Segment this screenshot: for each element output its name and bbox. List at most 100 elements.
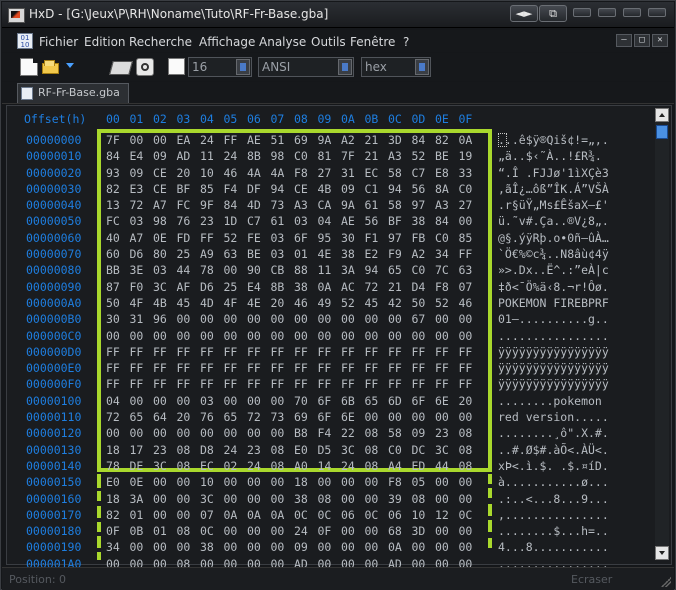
text-row[interactable]: ........¸ô".X.#.: [498, 425, 640, 441]
restore-icon[interactable]: ⧉: [539, 5, 567, 22]
hex-byte[interactable]: 4B: [318, 181, 342, 197]
hex-byte[interactable]: 98: [271, 148, 295, 164]
hex-byte[interactable]: BE: [247, 246, 271, 262]
hex-byte[interactable]: 45: [365, 295, 389, 311]
hex-byte[interactable]: 10: [200, 165, 224, 181]
chevron-down-icon[interactable]: [236, 59, 250, 75]
text-row[interactable]: 01–..........g..: [498, 311, 640, 327]
hex-byte[interactable]: FF: [412, 376, 436, 392]
title-bar[interactable]: HxD - [G:\Jeux\P\RH\Noname\Tuto\RF-Fr-Ba…: [2, 2, 674, 28]
hex-byte[interactable]: D8: [200, 442, 224, 458]
hex-byte[interactable]: 52: [224, 230, 248, 246]
hex-byte[interactable]: FF: [200, 376, 224, 392]
hex-byte[interactable]: FE: [247, 230, 271, 246]
hex-byte[interactable]: ED: [412, 458, 436, 474]
hex-byte[interactable]: 51: [271, 132, 295, 148]
new-file-icon[interactable]: [20, 58, 38, 76]
hex-byte[interactable]: A3: [388, 148, 412, 164]
hex-byte[interactable]: 4A: [247, 165, 271, 181]
hex-byte[interactable]: 00: [106, 328, 130, 344]
hex-byte[interactable]: A2: [341, 132, 365, 148]
hex-byte[interactable]: C0: [412, 262, 436, 278]
hex-byte[interactable]: 00: [177, 311, 201, 327]
hex-byte[interactable]: 08: [365, 442, 389, 458]
hex-byte[interactable]: 00: [130, 328, 154, 344]
hex-byte[interactable]: 44: [435, 458, 459, 474]
hex-byte[interactable]: 00: [153, 474, 177, 490]
hex-column[interactable]: 7F 00 00 EA 24 FF AE 51 69 9A A2 21 3D 84 82 0A 84 E4 09 AD…: [106, 132, 482, 572]
hex-byte[interactable]: 00: [271, 539, 295, 555]
menu-fenetre[interactable]: Fenêtre: [350, 35, 395, 49]
menu-help[interactable]: ?: [403, 35, 409, 49]
hex-byte[interactable]: C0: [388, 442, 412, 458]
text-row[interactable]: »>.Dx..Ë^.:”eÀ|c: [498, 262, 640, 278]
hex-byte[interactable]: 93: [106, 165, 130, 181]
hex-byte[interactable]: 0A: [224, 507, 248, 523]
hex-byte[interactable]: 25: [177, 246, 201, 262]
hex-byte[interactable]: 72: [365, 279, 389, 295]
text-row[interactable]: `Ö€%©c¾..N8âù¢4ÿ: [498, 246, 640, 262]
hex-byte[interactable]: 3C: [200, 491, 224, 507]
hex-byte[interactable]: 00: [224, 425, 248, 441]
hex-byte[interactable]: 00: [153, 132, 177, 148]
hex-byte[interactable]: C1: [365, 181, 389, 197]
hex-byte[interactable]: 69: [294, 132, 318, 148]
text-row[interactable]: ÿÿÿÿÿÿÿÿÿÿÿÿÿÿÿÿ: [498, 344, 640, 360]
hex-byte[interactable]: D4: [412, 279, 436, 295]
hex-byte[interactable]: 03: [294, 213, 318, 229]
hex-byte[interactable]: 00: [341, 523, 365, 539]
hex-byte[interactable]: FF: [106, 360, 130, 376]
hex-byte[interactable]: 24: [247, 458, 271, 474]
hex-byte[interactable]: BE: [435, 148, 459, 164]
hex-byte[interactable]: 4D: [200, 295, 224, 311]
hex-byte[interactable]: 09: [412, 425, 436, 441]
hex-byte[interactable]: 31: [341, 165, 365, 181]
hex-byte[interactable]: 78: [200, 262, 224, 278]
hex-byte[interactable]: 18: [294, 474, 318, 490]
hex-byte[interactable]: 34: [106, 539, 130, 555]
hex-byte[interactable]: 00: [177, 425, 201, 441]
hex-byte[interactable]: 6F: [294, 230, 318, 246]
hex-byte[interactable]: FF: [247, 344, 271, 360]
hex-byte[interactable]: 3C: [153, 279, 177, 295]
hex-byte[interactable]: E4: [247, 279, 271, 295]
hex-byte[interactable]: 84: [435, 213, 459, 229]
hex-byte[interactable]: 00: [388, 311, 412, 327]
chevron-down-icon[interactable]: [338, 59, 352, 75]
hex-byte[interactable]: 00: [459, 474, 483, 490]
hex-byte[interactable]: 03: [271, 230, 295, 246]
hex-byte[interactable]: BF: [388, 213, 412, 229]
hex-byte[interactable]: 00: [435, 523, 459, 539]
hex-byte[interactable]: 10: [412, 507, 436, 523]
hex-byte[interactable]: 00: [412, 539, 436, 555]
hex-byte[interactable]: FD: [177, 230, 201, 246]
hex-byte[interactable]: 20: [459, 393, 483, 409]
hex-byte[interactable]: 95: [318, 230, 342, 246]
hex-byte[interactable]: 08: [365, 458, 389, 474]
hxd-app-icon[interactable]: [8, 8, 25, 23]
hex-byte[interactable]: 58: [388, 197, 412, 213]
hex-byte[interactable]: 1D: [224, 213, 248, 229]
menu-fichier[interactable]: Fichier: [39, 35, 78, 49]
hex-byte[interactable]: 9A: [341, 197, 365, 213]
hex-byte[interactable]: AC: [341, 279, 365, 295]
hex-byte[interactable]: FF: [365, 344, 389, 360]
hex-byte[interactable]: CB: [271, 262, 295, 278]
hex-byte[interactable]: E2: [365, 246, 389, 262]
hex-byte[interactable]: 00: [247, 523, 271, 539]
hex-byte[interactable]: 65: [388, 262, 412, 278]
hex-byte[interactable]: 00: [247, 311, 271, 327]
hex-byte[interactable]: 24: [224, 148, 248, 164]
hex-byte[interactable]: FF: [435, 360, 459, 376]
hex-byte[interactable]: 00: [224, 393, 248, 409]
hex-byte[interactable]: 70: [294, 393, 318, 409]
hex-row[interactable]: FF FF FF FF FF FF FF FF FF FF FF FF FF FF FF FF: [106, 376, 482, 392]
hex-byte[interactable]: 22: [341, 425, 365, 441]
hex-byte[interactable]: 6D: [388, 393, 412, 409]
hex-byte[interactable]: 09: [130, 165, 154, 181]
hex-byte[interactable]: EC: [200, 458, 224, 474]
hex-byte[interactable]: 06: [341, 507, 365, 523]
hex-byte[interactable]: 0C: [318, 507, 342, 523]
hex-byte[interactable]: 21: [365, 132, 389, 148]
hex-byte[interactable]: 00: [224, 491, 248, 507]
